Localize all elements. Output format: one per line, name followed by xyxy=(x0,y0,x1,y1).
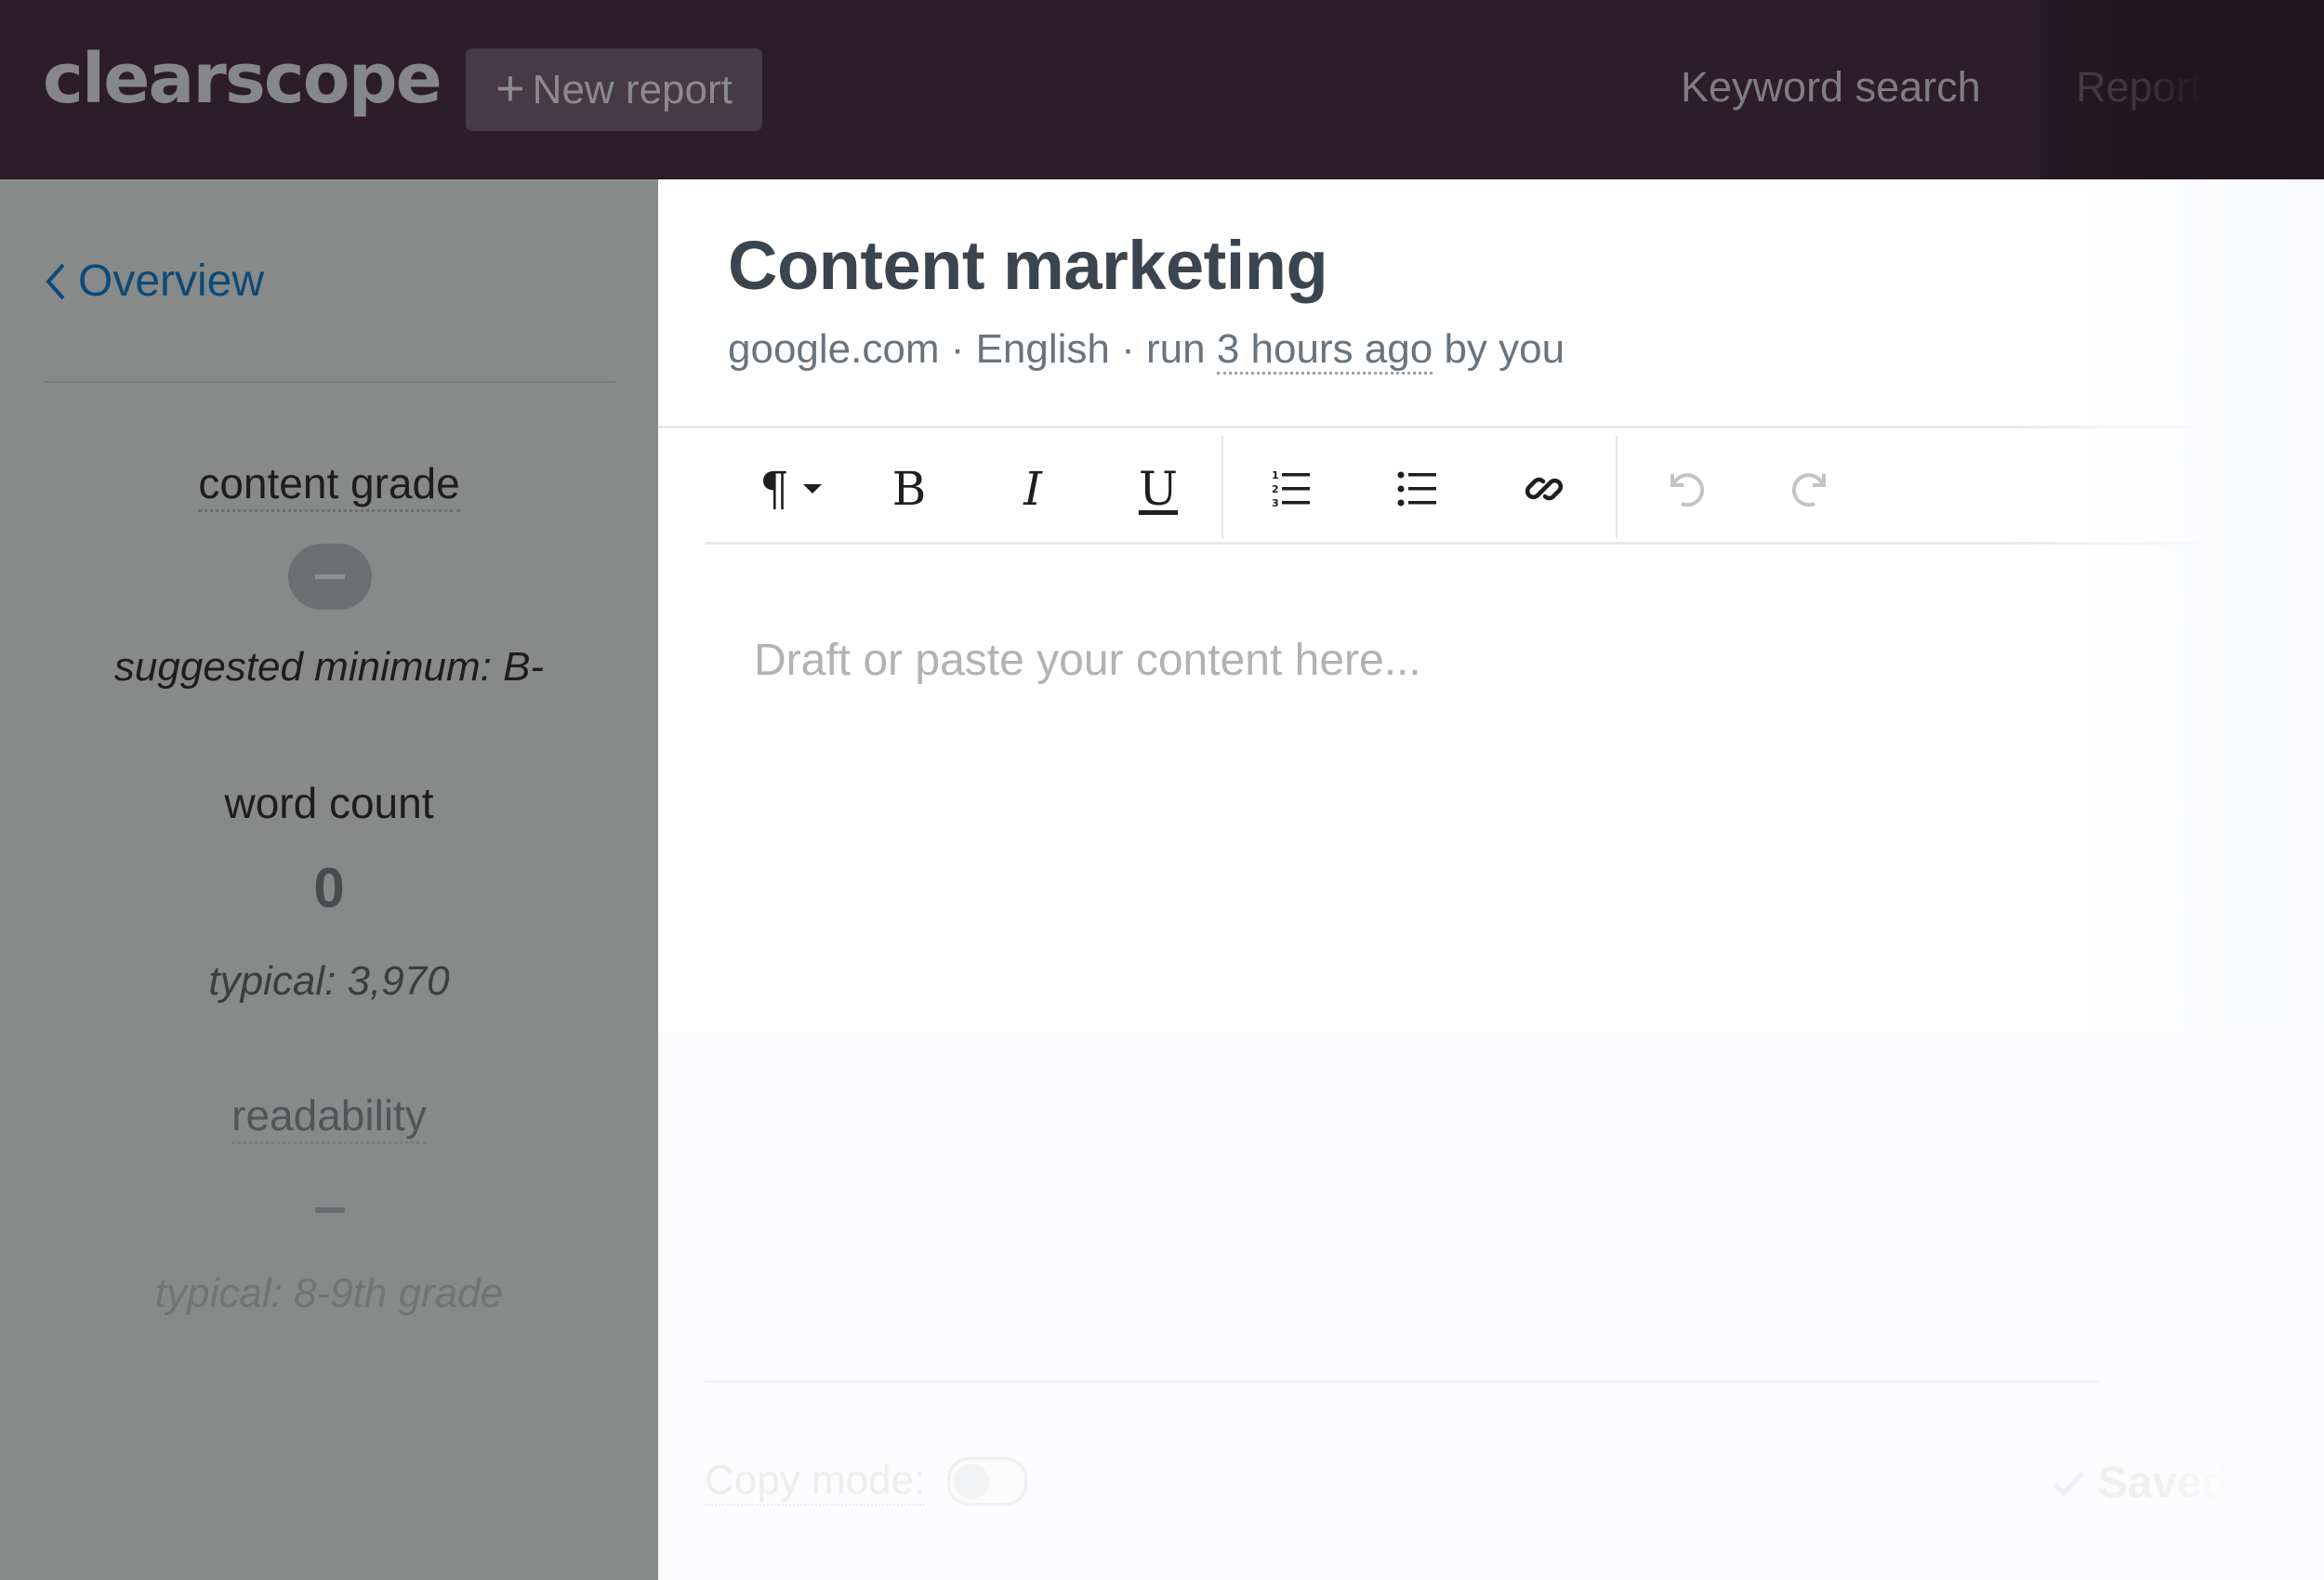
italic-button[interactable]: I xyxy=(986,452,1079,526)
nav-keyword-search[interactable]: Keyword search xyxy=(1681,63,1981,112)
plus-icon: + xyxy=(495,59,525,116)
ordered-list-icon: 1 2 3 xyxy=(1272,469,1310,509)
readability-value-empty xyxy=(315,1207,345,1213)
readability-label[interactable]: readability xyxy=(0,1090,658,1144)
content-grade-suggested-minimum: suggested minimum: B- xyxy=(113,644,545,690)
sidebar-divider xyxy=(45,381,615,383)
report-meta-prefix: google.com · English · run xyxy=(728,326,1217,372)
chevron-left-icon xyxy=(46,263,65,299)
svg-text:1: 1 xyxy=(1272,469,1279,481)
sidebar: Overview content grade suggested minimum… xyxy=(0,179,658,1580)
toolbar-top-border xyxy=(658,426,2229,428)
toolbar-separator xyxy=(1616,436,1618,538)
copy-mode-control: Copy mode: xyxy=(705,1457,1028,1506)
report-editor-panel: Content marketing google.com · English ·… xyxy=(658,179,2324,1580)
bullet-list-button[interactable] xyxy=(1372,452,1465,526)
italic-icon: I xyxy=(1023,462,1042,516)
underline-icon: U xyxy=(1138,462,1179,516)
undo-button[interactable] xyxy=(1639,452,1732,526)
save-status: Saved xyxy=(2053,1457,2229,1508)
new-report-label: New report xyxy=(532,66,733,112)
word-count-typical: typical: 3,970 xyxy=(208,958,450,1004)
report-meta: google.com · English · run 3 hours ago b… xyxy=(728,326,1565,375)
report-meta-suffix: by you xyxy=(1433,326,1565,372)
editor-placeholder: Draft or paste your content here... xyxy=(754,636,1421,685)
link-icon xyxy=(1525,477,1564,501)
bold-button[interactable]: B xyxy=(863,452,956,526)
save-status-label: Saved xyxy=(2097,1458,2229,1508)
svg-text:3: 3 xyxy=(1272,497,1279,509)
copy-mode-label: Copy mode: xyxy=(705,1457,926,1506)
paragraph-icon: ¶ xyxy=(759,462,789,516)
bold-icon: B xyxy=(891,462,927,516)
grade-empty-dash xyxy=(315,574,345,579)
readability-typical: typical: 8-9th grade xyxy=(154,1271,504,1316)
redo-button[interactable] xyxy=(1764,452,1857,526)
footer-divider xyxy=(705,1380,2099,1383)
new-report-button[interactable]: + New report xyxy=(466,48,762,131)
overview-back-link[interactable]: Overview xyxy=(43,256,264,307)
overview-label: Overview xyxy=(78,257,265,306)
caret-down-icon xyxy=(802,484,822,494)
report-title: Content marketing xyxy=(728,227,1328,304)
word-count-label: word count xyxy=(224,779,434,827)
top-navbar: clearscope + New report Keyword search R… xyxy=(0,0,2324,179)
header-overlay-shade xyxy=(2040,0,2324,179)
copy-mode-toggle[interactable] xyxy=(947,1457,1028,1506)
bullet-list-icon xyxy=(1397,471,1436,507)
redo-icon xyxy=(1791,473,1826,507)
toolbar-separator xyxy=(1221,436,1223,538)
toggle-knob xyxy=(954,1464,990,1499)
clearscope-logo[interactable]: clearscope xyxy=(43,45,442,113)
content-grade-label[interactable]: content grade xyxy=(0,458,658,512)
undo-icon xyxy=(1670,473,1705,507)
paragraph-format-dropdown[interactable]: ¶ xyxy=(733,452,853,526)
checkmark-icon xyxy=(2053,1471,2084,1496)
word-count-value: 0 xyxy=(313,857,345,919)
report-run-time[interactable]: 3 hours ago xyxy=(1216,326,1433,375)
link-button[interactable] xyxy=(1498,452,1591,526)
svg-text:2: 2 xyxy=(1272,483,1279,495)
ordered-list-button[interactable]: 1 2 3 xyxy=(1246,452,1339,526)
underline-button[interactable]: U xyxy=(1112,452,1205,526)
content-grade-badge xyxy=(288,544,372,610)
